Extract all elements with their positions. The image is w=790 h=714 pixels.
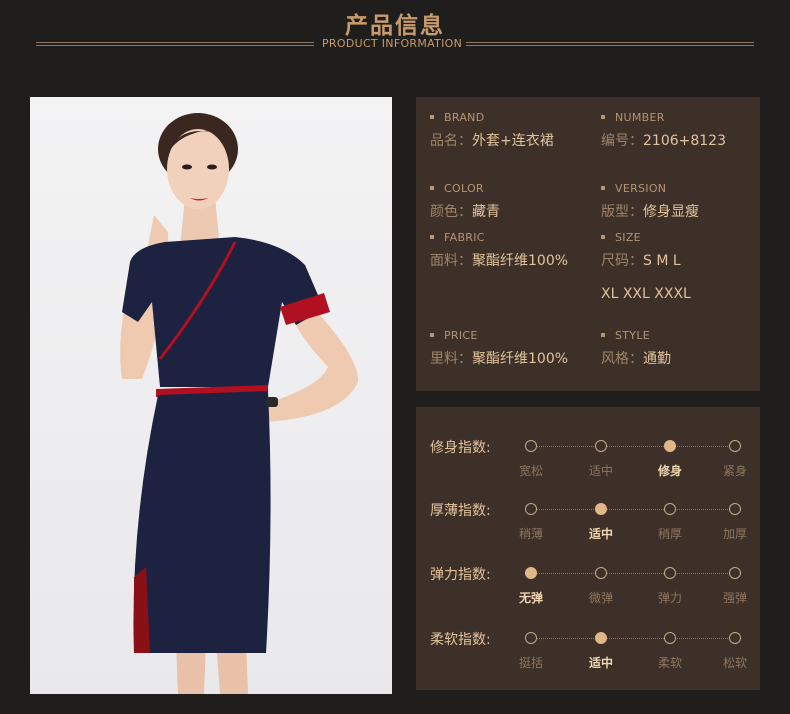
index-option: 稍薄: [519, 503, 543, 541]
index-option: 挺括: [519, 632, 543, 670]
index-panel: 修身指数: 宽松 适中 修身 紧身 厚薄指数: 稍薄 适中 稍厚 加厚 弹力指数: 无弹 微弹 弹力 强弹柔…: [416, 407, 760, 690]
circle-icon: [729, 567, 741, 579]
index-option: 柔软: [658, 632, 682, 670]
index-option: 适中: [589, 440, 613, 478]
index-option: 强弹: [723, 567, 747, 605]
bullet-icon: [430, 235, 434, 239]
index-name: 弹力指数:: [430, 567, 491, 583]
index-option-label: 弹力: [657, 591, 682, 605]
index-option-label: 柔软: [657, 656, 682, 670]
index-option-label: 加厚: [722, 527, 747, 541]
index-option-label: 宽松: [518, 464, 543, 478]
style-field: STYLE 风格：通勤: [601, 329, 671, 367]
index-option: 宽松: [519, 440, 543, 478]
index-option-label: 无弹: [518, 591, 543, 605]
model-illustration: [120, 113, 359, 694]
info-panel: BRAND 品名：外套+连衣裙 NUMBER 编号：2106+8123 COLO…: [416, 97, 760, 391]
index-option: 适中: [589, 503, 613, 541]
index-option-label: 挺括: [518, 656, 543, 670]
index-name: 修身指数:: [430, 440, 491, 456]
divider-left: [36, 42, 314, 46]
index-option: 加厚: [723, 503, 747, 541]
index-name: 厚薄指数:: [430, 503, 491, 519]
bullet-icon: [430, 115, 434, 119]
index-track: [530, 446, 740, 447]
index-option: 无弹: [519, 567, 543, 605]
page-subtitle: PRODUCT INFORMATION: [322, 37, 463, 50]
index-track: [530, 509, 740, 510]
bullet-icon: [430, 186, 434, 190]
index-option: 稍厚: [658, 503, 682, 541]
page-title: 产品信息: [345, 13, 445, 39]
index-row: 修身指数: 宽松 适中 修身 紧身: [416, 437, 760, 487]
circle-icon: [664, 503, 676, 515]
price-field: PRICE 里料：聚酯纤维100%: [430, 329, 569, 367]
filled-circle-icon: [664, 440, 676, 452]
circle-icon: [729, 632, 741, 644]
circle-icon: [525, 440, 537, 452]
index-option: 适中: [589, 632, 613, 670]
circle-icon: [664, 567, 676, 579]
bullet-icon: [601, 115, 605, 119]
circle-icon: [525, 503, 537, 515]
filled-circle-icon: [595, 503, 607, 515]
index-option-label: 稍薄: [518, 527, 543, 541]
divider-right: [466, 42, 754, 46]
index-row: 弹力指数: 无弹 微弹 弹力 强弹: [416, 564, 760, 614]
index-option: 修身: [658, 440, 682, 478]
brand-field: BRAND 品名：外套+连衣裙: [430, 111, 554, 149]
index-track: [530, 573, 740, 574]
bullet-icon: [601, 235, 605, 239]
fabric-field: FABRIC 面料：聚酯纤维100%: [430, 231, 569, 269]
circle-icon: [729, 503, 741, 515]
number-field: NUMBER 编号：2106+8123: [601, 111, 726, 149]
bullet-icon: [430, 333, 434, 337]
bullet-icon: [601, 333, 605, 337]
circle-icon: [729, 440, 741, 452]
index-option-label: 修身: [657, 464, 682, 478]
index-option-label: 适中: [588, 656, 613, 670]
index-option-label: 紧身: [722, 464, 747, 478]
filled-circle-icon: [525, 567, 537, 579]
index-option-label: 适中: [588, 464, 613, 478]
index-option: 弹力: [658, 567, 682, 605]
index-name: 柔软指数:: [430, 632, 491, 648]
circle-icon: [595, 440, 607, 452]
bullet-icon: [601, 186, 605, 190]
index-option-label: 强弹: [722, 591, 747, 605]
index-row: 厚薄指数: 稍薄 适中 稍厚 加厚: [416, 500, 760, 550]
index-option-label: 稍厚: [657, 527, 682, 541]
version-field: VERSION 版型：修身显瘦: [601, 182, 699, 220]
index-option: 松软: [723, 632, 747, 670]
size-extra: XL XXL XXXL: [601, 286, 691, 302]
index-option: 紧身: [723, 440, 747, 478]
index-option-label: 微弹: [588, 591, 613, 605]
product-photo: [30, 97, 392, 694]
circle-icon: [525, 632, 537, 644]
circle-icon: [595, 567, 607, 579]
index-track: [530, 638, 740, 639]
index-option-label: 松软: [722, 656, 747, 670]
size-field: SIZE 尺码：S M L XL XXL XXXL: [601, 231, 691, 302]
color-field: COLOR 颜色：藏青: [430, 182, 500, 220]
circle-icon: [664, 632, 676, 644]
index-option: 微弹: [589, 567, 613, 605]
filled-circle-icon: [595, 632, 607, 644]
index-row: 柔软指数: 挺括 适中 柔软 松软: [416, 629, 760, 679]
index-option-label: 适中: [588, 527, 613, 541]
